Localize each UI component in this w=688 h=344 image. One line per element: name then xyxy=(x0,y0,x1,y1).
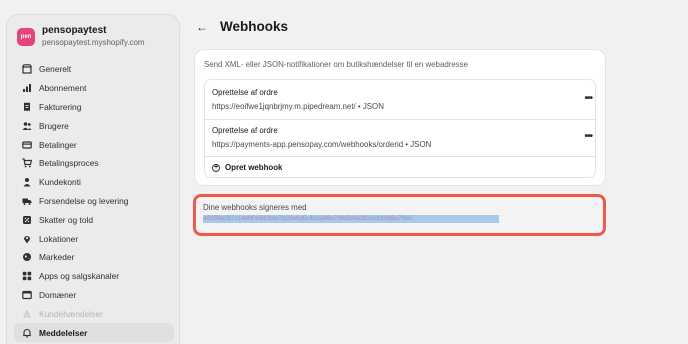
sidebar-item-label: Betalingsproces xyxy=(39,158,99,169)
users-icon xyxy=(21,120,33,132)
more-actions-button[interactable]: ••• xyxy=(584,93,592,104)
receipt-icon xyxy=(21,101,33,113)
settings-sidebar: pen pensopaytest pensopaytest.myshopify.… xyxy=(6,14,180,344)
tax-icon xyxy=(21,214,33,226)
sidebar-item-markeder[interactable]: Markeder xyxy=(14,248,174,267)
sidebar-item-lokationer[interactable]: Lokationer xyxy=(14,229,174,248)
sidebar-item-forsendelse[interactable]: Forsendelse og levering xyxy=(14,192,174,211)
sidebar-item-label: Fakturering xyxy=(39,101,82,112)
events-icon xyxy=(21,308,33,320)
sidebar-item-domaener[interactable]: Domæner xyxy=(14,286,174,305)
domain-icon xyxy=(21,289,33,301)
sidebar-item-betalinger[interactable]: Betalinger xyxy=(14,135,174,154)
create-webhook-button[interactable]: + Opret webhook xyxy=(212,163,282,172)
sidebar-item-label: Meddelelser xyxy=(39,327,88,338)
sidebar-item-kundehaendelser[interactable]: Kundehændelser xyxy=(14,304,174,323)
webhook-event: Oprettelse af ordre xyxy=(212,88,278,97)
card-description: Send XML- eller JSON-notifikationer om b… xyxy=(204,60,469,69)
webhook-url: https://payments-app.pensopay.com/webhoo… xyxy=(212,140,432,149)
create-webhook-label: Opret webhook xyxy=(225,163,283,172)
more-actions-button[interactable]: ••• xyxy=(584,131,592,142)
sidebar-item-label: Domæner xyxy=(39,289,77,300)
globe-icon xyxy=(21,251,33,263)
settings-nav: Generelt Abonnement Fakturering Brugere … xyxy=(14,60,174,342)
bell-icon xyxy=(21,327,33,339)
signature-value[interactable]: a9d3f8e2b7c14a6f0e9d2b8c7a1f3e6d5c4b2a9f… xyxy=(203,215,499,223)
store-name: pensopaytest xyxy=(42,25,107,36)
sidebar-item-label: Betalinger xyxy=(39,139,77,150)
store-domain: pensopaytest.myshopify.com xyxy=(42,38,145,47)
cart-icon xyxy=(21,157,33,169)
sidebar-item-label: Generelt xyxy=(39,64,72,75)
arrow-left-icon[interactable]: ← xyxy=(196,20,212,34)
sidebar-item-meddelelser[interactable]: Meddelelser xyxy=(14,323,174,342)
store-header[interactable]: pen pensopaytest pensopaytest.myshopify.… xyxy=(17,25,145,48)
divider xyxy=(205,119,595,120)
pin-icon xyxy=(21,233,33,245)
sidebar-item-label: Lokationer xyxy=(39,233,79,244)
sidebar-item-label: Kundekonti xyxy=(39,177,81,188)
sidebar-item-kundekonti[interactable]: Kundekonti xyxy=(14,173,174,192)
truck-icon xyxy=(21,195,33,207)
webhook-url: https://eoifwe1jqnbrjmy.m.pipedream.net/… xyxy=(212,102,384,111)
sidebar-item-label: Apps og salgskanaler xyxy=(39,271,120,282)
sidebar-item-label: Abonnement xyxy=(39,83,87,94)
sidebar-item-label: Brugere xyxy=(39,120,69,131)
apps-icon xyxy=(21,270,33,282)
plus-circle-icon: + xyxy=(212,163,220,172)
webhooks-card: Send XML- eller JSON-notifikationer om b… xyxy=(194,49,606,186)
page-title: Webhooks xyxy=(220,19,289,34)
divider xyxy=(205,156,595,157)
store-icon xyxy=(21,63,33,75)
person-icon xyxy=(21,176,33,188)
webhook-signature-box: Dine webhooks signeres med a9d3f8e2b7c14… xyxy=(193,194,606,236)
card-icon xyxy=(21,139,33,151)
sidebar-item-abonnement[interactable]: Abonnement xyxy=(14,79,174,98)
sidebar-item-label: Skatter og told xyxy=(39,214,94,225)
webhook-row[interactable]: Oprettelse af ordre https://payments-app… xyxy=(212,125,593,150)
sidebar-item-skatter[interactable]: Skatter og told xyxy=(14,210,174,229)
sidebar-item-label: Forsendelse og levering xyxy=(39,195,129,206)
plan-icon xyxy=(21,82,33,94)
webhook-list: Oprettelse af ordre https://eoifwe1jqnbr… xyxy=(204,79,596,178)
store-avatar: pen xyxy=(17,27,35,46)
sidebar-item-betalingsproces[interactable]: Betalingsproces xyxy=(14,154,174,173)
sidebar-item-fakturering[interactable]: Fakturering xyxy=(14,98,174,117)
sidebar-item-generelt[interactable]: Generelt xyxy=(14,60,174,79)
sidebar-item-apps[interactable]: Apps og salgskanaler xyxy=(14,267,174,286)
signature-label: Dine webhooks signeres med xyxy=(203,203,307,212)
sidebar-item-label: Markeder xyxy=(39,252,75,263)
webhook-event: Oprettelse af ordre xyxy=(212,126,278,135)
sidebar-item-brugere[interactable]: Brugere xyxy=(14,116,174,135)
webhook-row[interactable]: Oprettelse af ordre https://eoifwe1jqnbr… xyxy=(212,87,593,112)
page-header: ← Webhooks xyxy=(196,19,288,34)
sidebar-item-label: Kundehændelser xyxy=(39,308,103,319)
